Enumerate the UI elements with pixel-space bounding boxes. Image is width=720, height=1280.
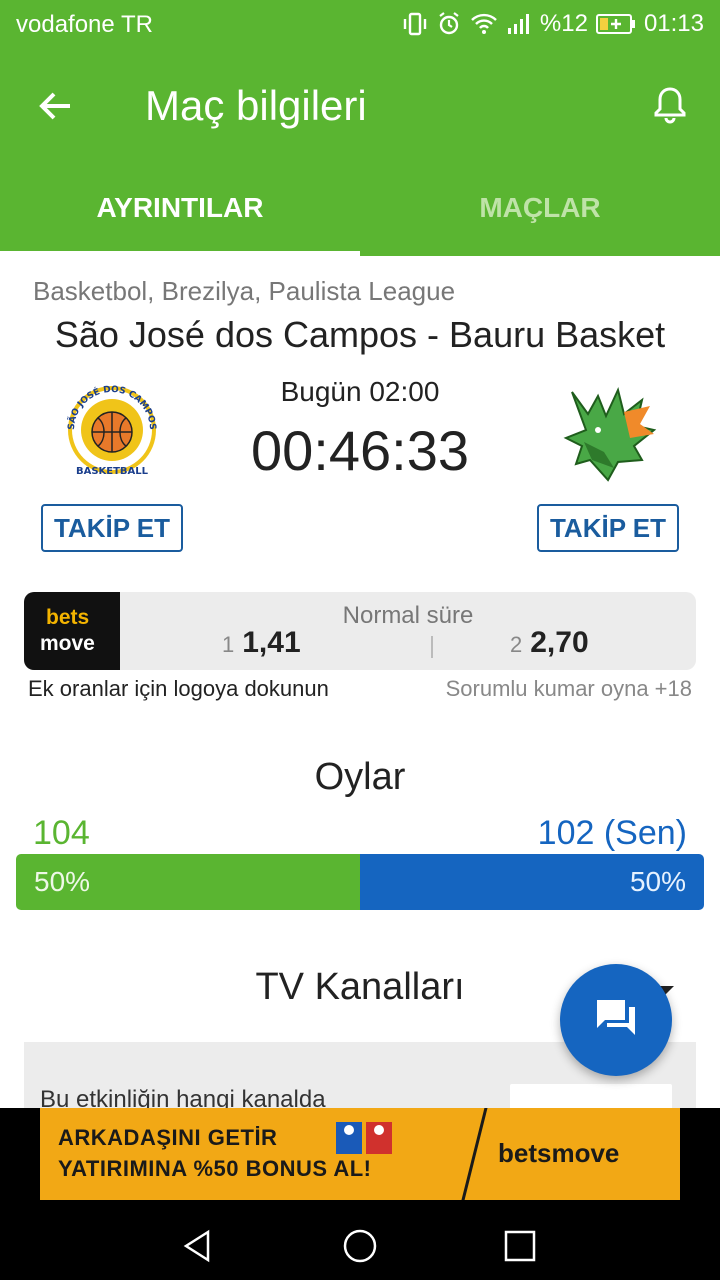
clock: 01:13	[643, 10, 704, 37]
ad-divider	[457, 1108, 490, 1200]
status-icons: %12 01:13	[402, 10, 704, 38]
home-vote-segment[interactable]: 50%	[16, 854, 360, 910]
away-vote-segment[interactable]: 50%	[360, 854, 704, 910]
status-bar: vodafone TR %12 01:13	[0, 0, 720, 48]
battery-level: %12	[539, 10, 588, 37]
vibrate-icon	[402, 11, 428, 37]
odd-away-value: 2,70	[530, 626, 589, 659]
bookmaker-logo-line1: bets	[46, 606, 90, 629]
odd-home-key: 1	[222, 632, 235, 657]
odd-home[interactable]: 1 1,41	[222, 626, 301, 660]
odds-period: Normal süre	[342, 602, 474, 629]
away-vote-count: 102 (Sen)	[537, 814, 687, 852]
tab-bar: AYRINTILAR MAÇLAR	[0, 160, 720, 256]
away-team-logo[interactable]	[554, 372, 662, 482]
odds-hint: Ek oranlar için logoya dokunun	[28, 676, 329, 701]
system-nav-bar	[0, 1208, 720, 1280]
tab-matches[interactable]: MAÇLAR	[360, 160, 720, 256]
home-vote-percent: 50%	[34, 866, 91, 897]
app-bar: Maç bilgileri	[0, 48, 720, 160]
alarm-icon	[436, 11, 462, 37]
ad-area: ARKADAŞINI GETİR YATIRIMINA %50 BONUS AL…	[0, 1108, 720, 1208]
bookmaker-logo-line2: move	[40, 632, 95, 655]
votes-title: Oylar	[314, 756, 406, 798]
ad-line1: ARKADAŞINI GETİR	[58, 1125, 278, 1150]
follow-away-button[interactable]: TAKİP ET	[537, 504, 679, 552]
screen: vodafone TR %12 01:13 Maç bilgileri AYRI…	[0, 0, 720, 1280]
ad-line2: YATIRIMINA %50 BONUS AL!	[58, 1156, 372, 1181]
home-vote-count: 104	[33, 814, 90, 852]
back-arrow-icon[interactable]	[34, 84, 78, 128]
follow-home-button[interactable]: TAKİP ET	[41, 504, 183, 552]
nav-recents-icon[interactable]	[502, 1228, 538, 1264]
carrier-name: vodafone TR	[16, 11, 153, 38]
tab-details[interactable]: AYRINTILAR	[0, 160, 360, 256]
ad-brand: betsmove	[498, 1138, 620, 1168]
match-title: São José dos Campos - Bauru Basket	[54, 314, 666, 355]
page-title: Maç bilgileri	[145, 82, 367, 129]
ad-players-icon	[332, 1118, 398, 1158]
odds-divider	[431, 636, 433, 658]
odd-home-value: 1,41	[242, 626, 301, 659]
odd-away-key: 2	[510, 632, 523, 657]
wifi-icon	[470, 12, 498, 36]
bookmaker-logo[interactable]: bets move	[24, 592, 120, 670]
chat-icon	[593, 995, 639, 1046]
battery-icon	[595, 13, 636, 35]
ad-banner[interactable]: ARKADAŞINI GETİR YATIRIMINA %50 BONUS AL…	[40, 1108, 680, 1200]
odds-box: bets move Normal süre 1 1,41 2 2,70	[24, 592, 696, 670]
away-vote-percent: 50%	[629, 866, 686, 897]
active-tab-indicator	[0, 251, 360, 256]
league-label: Basketbol, Brezilya, Paulista League	[33, 276, 456, 306]
nav-home-icon[interactable]	[342, 1228, 378, 1264]
notification-bell-icon[interactable]	[648, 82, 692, 126]
chat-fab-button[interactable]	[560, 964, 672, 1076]
responsible-gambling-note: Sorumlu kumar oyna +18	[445, 676, 692, 701]
nav-back-icon[interactable]	[180, 1228, 216, 1264]
odd-away[interactable]: 2 2,70	[510, 626, 589, 660]
signal-icon	[506, 12, 532, 36]
vote-bar: 50% 50%	[16, 854, 704, 910]
